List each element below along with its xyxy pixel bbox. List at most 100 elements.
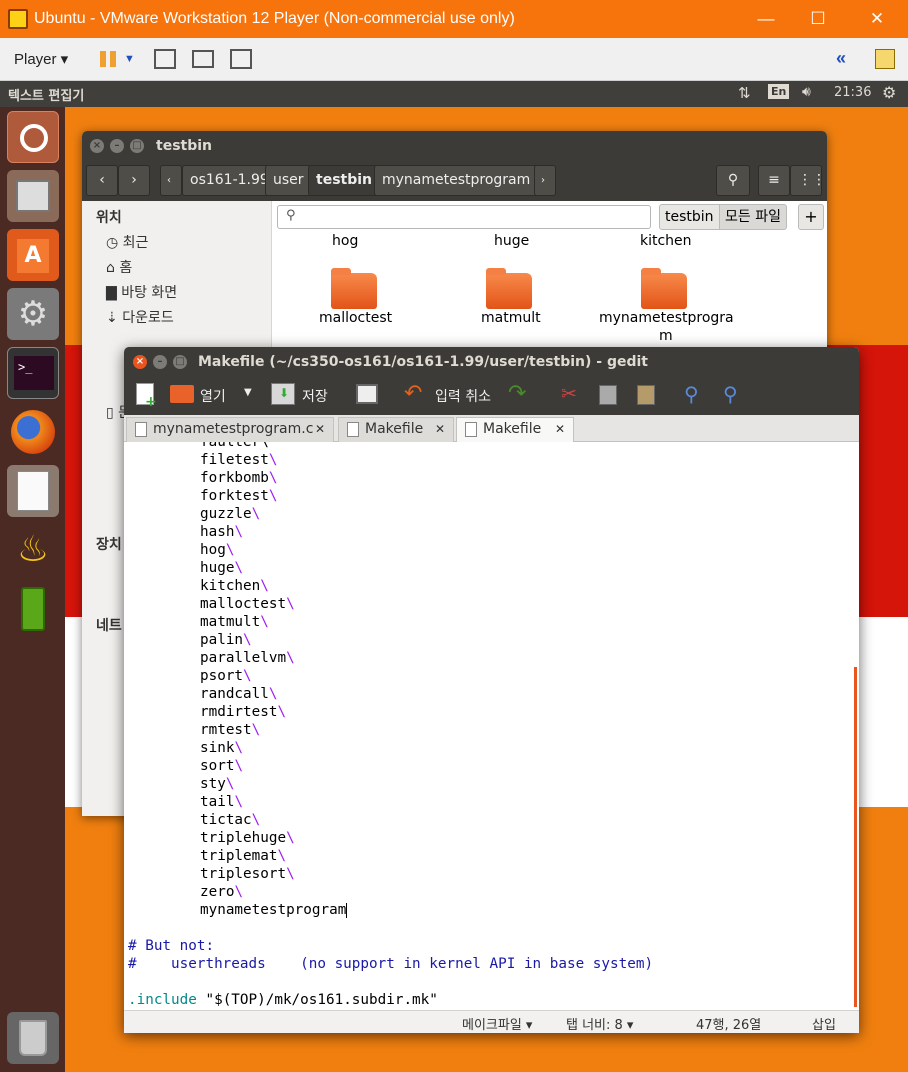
search-input[interactable]: ⚲ [277,205,651,229]
network-icon[interactable]: ⇅ [738,84,751,102]
tab-close-icon[interactable]: ✕ [315,418,325,441]
code-text: zero [200,884,235,900]
tab-close-icon[interactable]: ✕ [555,418,565,441]
find-icon[interactable]: ⚲ [684,382,699,406]
language-selector[interactable]: 메이크파일 ▾ [462,1014,532,1033]
view-list-button[interactable]: ≡ [758,165,790,196]
path-scroll-right[interactable]: › [534,165,556,196]
folder-label[interactable]: matmult [481,310,541,326]
file-label[interactable]: hog [332,233,358,249]
genie-lamp-icon[interactable]: ♨ [7,524,59,576]
notes-icon[interactable] [875,49,895,69]
clock[interactable]: 21:36 [834,85,871,100]
dash-home-icon[interactable] [7,111,59,163]
paste-icon[interactable] [637,385,655,405]
line-continuation: \ [268,452,278,468]
code-text: sort [200,758,235,774]
fullscreen-icon[interactable] [192,50,214,68]
code-text: kitchen [200,578,261,594]
vertical-scrollbar[interactable] [854,667,857,1007]
unity-icon[interactable] [230,49,252,69]
sidebar-item-recent[interactable]: ◷ 최근 [106,231,148,255]
open-folder-icon[interactable] [170,385,194,403]
search-location-all[interactable]: 모든 파일 [719,204,787,230]
back-button[interactable]: ‹ [86,165,118,196]
crumb-os161[interactable]: os161-1.99 [182,165,277,196]
terminal-icon[interactable]: >_ [7,347,59,399]
file-label[interactable]: kitchen [640,233,692,249]
open-button[interactable]: 열기 [200,386,226,406]
files-icon[interactable] [7,170,59,222]
maximize-button[interactable]: ☐ [798,6,838,32]
add-search-criteria-button[interactable]: + [798,204,824,230]
status-bar: 메이크파일 ▾ 탭 너비: 8 ▾ 47행, 26열 삽입 [124,1010,859,1033]
folder-icon[interactable] [486,268,532,309]
fm-close-button[interactable]: × [90,139,104,153]
player-menu[interactable]: Player ▾ [14,50,68,68]
gedit-close-button[interactable]: × [133,355,147,369]
tab-close-icon[interactable]: ✕ [435,418,445,441]
keyboard-indicator[interactable]: En [768,84,790,99]
gedit-maximize-button[interactable]: □ [173,355,187,369]
sidebar-item-downloads[interactable]: ⇣ 다운로드 [106,306,174,330]
minimize-button[interactable]: — [746,6,786,32]
tab-makefile-1[interactable]: Makefile ✕ [338,417,454,442]
code-text: sty [200,776,226,792]
collapse-icon[interactable]: « [836,47,862,71]
print-icon[interactable] [356,384,378,404]
code-text: malloctest [200,596,287,612]
battery-app-icon[interactable] [7,583,59,635]
search-location-testbin[interactable]: testbin [659,204,720,230]
sidebar-item-home[interactable]: ⌂ 홈 [106,256,132,280]
tab-makefile-2[interactable]: Makefile ✕ [456,417,574,443]
code-line: psort\ [200,667,252,685]
new-document-icon[interactable]: + [136,383,157,410]
folder-icon[interactable] [641,268,687,309]
cut-icon[interactable]: ✂ [561,383,577,405]
code-line: hash\ [200,523,243,541]
fm-minimize-button[interactable]: – [110,139,124,153]
firefox-icon[interactable] [7,406,59,458]
comment-text: # But not: [128,938,215,954]
folder-label[interactable]: mynametestprogra [599,310,734,326]
system-settings-icon[interactable]: ⚙ [7,288,59,340]
line-continuation: \ [243,668,252,684]
folder-icon[interactable] [331,268,377,309]
crumb-mynametestprogram[interactable]: mynametestprogram [374,165,539,196]
gedit-minimize-button[interactable]: – [153,355,167,369]
software-center-icon[interactable]: A [7,229,59,281]
tab-width-selector[interactable]: 탭 너비: 8 ▾ [566,1014,633,1033]
volume-icon[interactable]: 🔊︎ [802,84,811,100]
text-editor-area[interactable]: faulter\ filetest\ forkbomb\ forktest\ guzzl… [124,442,859,1010]
path-scroll-left[interactable]: ‹ [160,165,182,196]
pause-icon[interactable] [97,47,123,71]
crumb-user[interactable]: user [265,165,312,196]
redo-icon[interactable]: ↷ [508,381,526,406]
sidebar-item-desktop[interactable]: ▇ 바탕 화면 [106,281,177,305]
trash-icon[interactable] [7,1012,59,1064]
open-dropdown-icon[interactable]: ▼ [244,387,252,398]
code-text: forkbomb [200,470,269,486]
undo-icon[interactable]: ↶ [404,381,422,406]
undo-button[interactable]: 입력 취소 [435,386,491,406]
find-replace-icon[interactable]: ⚲ [723,382,738,406]
text-editor-icon[interactable] [7,465,59,517]
cursor-position: 47행, 26열 [696,1018,762,1033]
view-grid-button[interactable]: ⋮⋮ [790,165,826,196]
folder-label[interactable]: malloctest [319,310,392,326]
save-icon[interactable]: ⬇ [271,383,295,405]
close-button[interactable]: ✕ [857,6,897,32]
send-ctrl-alt-del-icon[interactable] [154,49,176,69]
tab-mynametestprogram-c[interactable]: mynametestprogram.c ✕ [126,417,334,442]
pause-dropdown-icon[interactable]: ▼ [124,47,140,71]
code-line: palin\ [200,631,252,649]
fm-maximize-button[interactable]: □ [130,139,144,153]
copy-icon[interactable] [599,385,617,405]
settings-gear-icon[interactable]: ⚙ [882,83,896,102]
code-line: forkbomb\ [200,469,277,487]
save-button[interactable]: 저장 [302,386,328,406]
crumb-testbin[interactable]: testbin [308,165,380,196]
forward-button[interactable]: › [118,165,150,196]
file-label[interactable]: huge [494,233,529,249]
search-button[interactable]: ⚲ [716,165,750,196]
